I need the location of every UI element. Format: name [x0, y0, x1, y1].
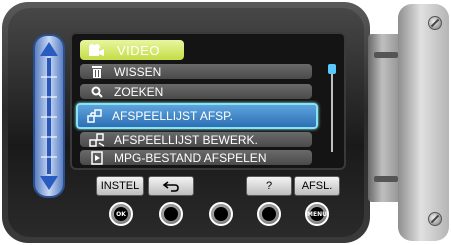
menu-item-label: AFSPEELLIJST BEWERK.	[114, 132, 258, 147]
hinge-slot	[374, 176, 398, 182]
lcd-screen: VIDEO WISSEN ZOEKEN AFSPEELLIJST AFSP. A…	[70, 32, 346, 170]
screw-icon	[428, 212, 442, 226]
ok-icon: OK	[114, 207, 128, 221]
menu-item-label: ZOEKEN	[114, 84, 164, 99]
video-camera-icon	[87, 43, 105, 57]
return-arrow-icon	[162, 181, 179, 192]
mpg-play-icon	[88, 150, 106, 165]
menu-item-zoeken[interactable]: ZOEKEN	[80, 84, 312, 99]
hinge-slot	[374, 52, 398, 58]
slider-stripe	[41, 116, 57, 118]
menu-item-label: WISSEN	[114, 64, 162, 79]
trash-icon	[88, 65, 106, 79]
round-button-2[interactable]	[159, 202, 183, 226]
slider-stripe	[41, 76, 57, 78]
round-button-3[interactable]	[209, 202, 233, 226]
ok-button[interactable]: OK	[109, 202, 133, 226]
back-button[interactable]	[148, 176, 194, 196]
menu-header: VIDEO	[80, 40, 184, 60]
slider-down-arrow-icon[interactable]	[40, 176, 58, 190]
menu-item-wissen[interactable]: WISSEN	[80, 64, 312, 79]
menu-item-mpg-bestand-afspelen[interactable]: MPG-BESTAND AFSPELEN	[80, 150, 312, 165]
slider-stripe	[41, 136, 57, 138]
screw-icon	[428, 16, 442, 30]
slider-stripe	[41, 156, 57, 158]
slider-up-arrow-icon[interactable]	[40, 42, 58, 56]
menu-header-label: VIDEO	[117, 42, 160, 58]
touch-slider[interactable]	[33, 34, 65, 198]
playlist-edit-icon	[88, 132, 106, 147]
scrollbar-thumb[interactable]	[328, 64, 336, 74]
menu-icon: MENU	[307, 207, 327, 221]
menu-item-afspeellijst-bewerk[interactable]: AFSPEELLIJST BEWERK.	[80, 132, 312, 147]
menu-button[interactable]: MENU	[305, 202, 329, 226]
menu-item-afspeellijst-afsp[interactable]: AFSPEELLIJST AFSP.	[76, 103, 318, 129]
menu-item-label: MPG-BESTAND AFSPELEN	[114, 150, 267, 165]
exit-button[interactable]: AFSL.	[294, 176, 340, 196]
settings-button[interactable]: INSTEL	[96, 176, 144, 196]
slider-stripe	[41, 96, 57, 98]
side-arm	[398, 4, 449, 241]
menu-scrollbar[interactable]	[328, 64, 336, 152]
menu-item-label: AFSPEELLIJST AFSP.	[112, 109, 233, 123]
round-button-core	[214, 207, 228, 221]
round-button-4[interactable]	[257, 202, 281, 226]
help-button[interactable]: ?	[246, 176, 292, 196]
camera-device: VIDEO WISSEN ZOEKEN AFSPEELLIJST AFSP. A…	[0, 0, 451, 245]
playlist-icon	[86, 109, 104, 123]
round-button-core	[262, 207, 276, 221]
magnifier-icon	[88, 85, 106, 99]
round-button-core	[164, 207, 178, 221]
scrollbar-track	[331, 64, 333, 152]
